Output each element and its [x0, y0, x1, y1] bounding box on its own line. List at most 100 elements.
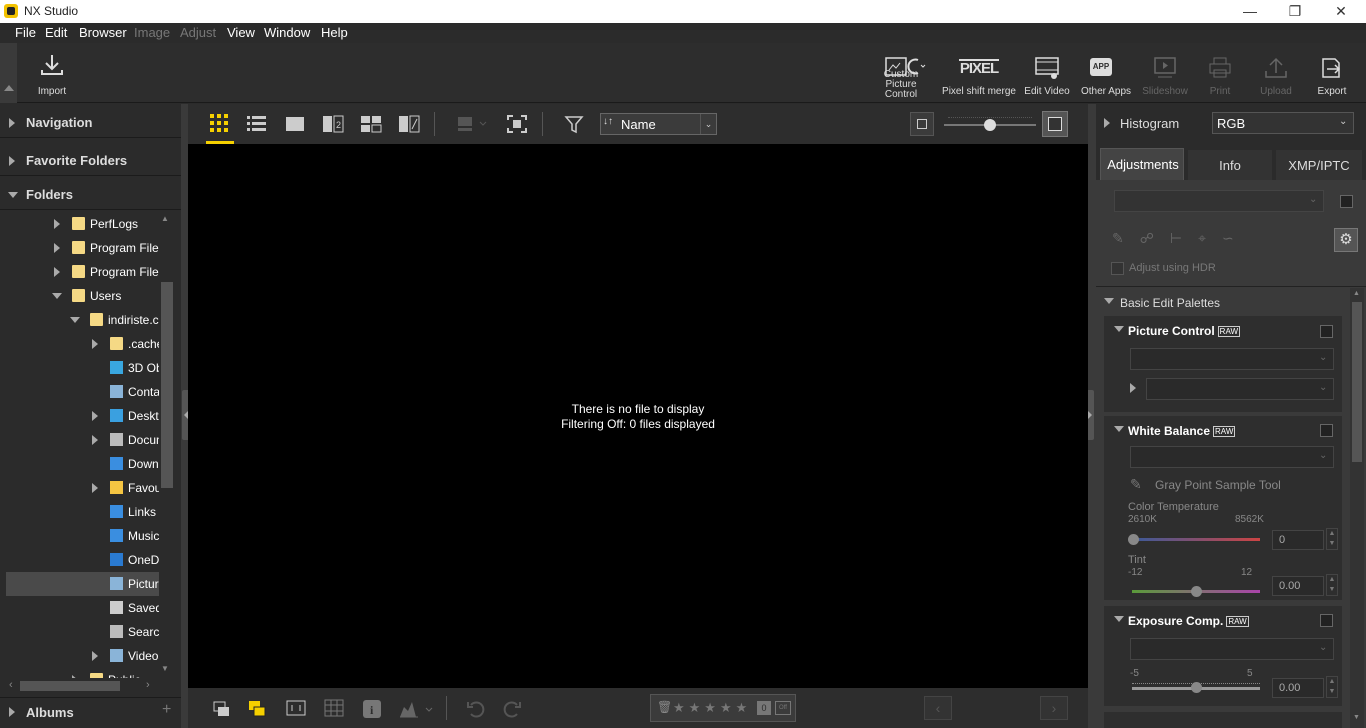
tree-node[interactable]: Program Files [6, 236, 159, 260]
thumbnail-size-slider-handle[interactable] [984, 119, 996, 131]
collapse-icon[interactable] [52, 293, 62, 299]
picture-control-sub-select[interactable]: ⌄ [1146, 378, 1334, 400]
group-button[interactable] [248, 699, 268, 722]
exposure-comp-checkbox[interactable] [1320, 614, 1333, 627]
import-button[interactable]: Import [30, 43, 74, 103]
tree-node[interactable]: Saved ( [6, 596, 159, 620]
preset-select[interactable]: ⌄ [1114, 190, 1324, 212]
pixel-shift-merge-button[interactable]: PIXEL Pixel shift merge [940, 43, 1018, 103]
tree-node[interactable]: .cache [6, 332, 159, 356]
tab-xmp-iptc[interactable]: XMP/IPTC [1276, 150, 1362, 180]
menu-window[interactable]: Window [264, 25, 310, 40]
focus-point-button[interactable] [286, 699, 306, 720]
settings-gear-icon[interactable]: ⚙ [1334, 228, 1358, 252]
minimize-icon[interactable]: — [1235, 2, 1265, 20]
other-apps-button[interactable]: APP Other Apps [1078, 43, 1134, 103]
rotate-left-button[interactable] [466, 699, 486, 722]
thumbnail-grid-view-button[interactable] [206, 112, 232, 137]
sort-dropdown[interactable]: ↓↑ Name ⌄ [600, 113, 717, 135]
scroll-down-icon[interactable]: ▼ [161, 664, 169, 673]
smaller-thumbnails-button[interactable] [910, 112, 934, 136]
tree-node[interactable]: Public [6, 668, 159, 678]
single-image-view-button[interactable] [284, 115, 306, 136]
display-options-button[interactable] [456, 116, 490, 135]
tree-node[interactable]: Search [6, 620, 159, 644]
histogram-expand-icon[interactable] [1104, 118, 1110, 128]
perspective-icon[interactable]: ∽ [1222, 230, 1250, 246]
crop-icon[interactable]: ⌖ [1198, 230, 1222, 246]
menu-view[interactable]: View [227, 25, 255, 40]
before-after-view-button[interactable] [398, 115, 420, 136]
tree-node[interactable]: Docum [6, 428, 159, 452]
tree-node[interactable]: indiriste.co [6, 308, 159, 332]
picture-control-checkbox[interactable] [1320, 325, 1333, 338]
tree-node[interactable]: Links [6, 500, 159, 524]
menu-adjust[interactable]: Adjust [180, 25, 216, 40]
tree-node[interactable]: Music [6, 524, 159, 548]
tree-node[interactable]: Favour [6, 476, 159, 500]
spot-tool-icon[interactable]: ✎ [1112, 230, 1140, 246]
expand-icon[interactable] [1130, 383, 1136, 393]
scroll-up-icon[interactable]: ▲ [161, 214, 169, 223]
exposure-handle[interactable] [1191, 682, 1202, 693]
rating-zero-badge[interactable]: 0 [757, 701, 771, 715]
tint-handle[interactable] [1191, 586, 1202, 597]
scroll-left-icon[interactable]: ‹ [9, 679, 13, 691]
expand-icon[interactable] [54, 267, 60, 277]
adjust-hdr-checkbox[interactable] [1111, 262, 1124, 275]
trash-icon[interactable]: 🗑 [657, 700, 672, 714]
exposure-stepper[interactable]: ▲ ▼ [1326, 676, 1338, 698]
slideshow-button[interactable]: Slideshow [1140, 43, 1190, 103]
straighten-icon[interactable]: ⊢ [1170, 230, 1198, 246]
tree-vertical-scrollbar[interactable]: ▲ ▼ [159, 212, 175, 678]
image-viewer[interactable]: There is no file to display Filtering Of… [188, 144, 1088, 688]
expand-icon[interactable] [54, 219, 60, 229]
tree-node[interactable]: Picture [6, 572, 159, 596]
collapse-icon[interactable] [70, 317, 80, 323]
grid-overlay-button[interactable] [324, 699, 344, 720]
expand-icon[interactable] [54, 243, 60, 253]
filter-button[interactable] [564, 114, 584, 137]
menu-edit[interactable]: Edit [45, 25, 67, 40]
adjustments-scrollbar[interactable]: ▲ ▼ [1350, 288, 1364, 728]
albums-section-header[interactable]: Albums + [0, 697, 181, 727]
tint-input[interactable]: 0.00 [1272, 576, 1324, 596]
color-temperature-stepper[interactable]: ▲ ▼ [1326, 528, 1338, 550]
label-off-badge[interactable]: Off [775, 701, 791, 715]
picture-control-select[interactable]: ⌄ [1130, 348, 1334, 370]
color-temperature-slider[interactable] [1132, 538, 1260, 541]
tree-node[interactable]: PerfLogs [6, 212, 159, 236]
histogram-toggle-button[interactable] [398, 699, 434, 722]
exposure-comp-select[interactable]: ⌄ [1130, 638, 1334, 660]
healing-brush-icon[interactable]: ☍ [1140, 230, 1170, 246]
list-view-button[interactable] [246, 114, 268, 135]
favorite-folders-section-header[interactable]: Favorite Folders [0, 146, 181, 176]
expand-icon[interactable] [92, 339, 98, 349]
tint-stepper[interactable]: ▲ ▼ [1326, 574, 1338, 596]
collapse-icon[interactable] [1114, 426, 1124, 432]
menu-image[interactable]: Image [134, 25, 170, 40]
color-temperature-input[interactable]: 0 [1272, 530, 1324, 550]
folders-section-header[interactable]: Folders [0, 180, 181, 210]
add-album-icon[interactable]: + [162, 701, 171, 719]
expand-icon[interactable] [92, 483, 98, 493]
menu-browser[interactable]: Browser [79, 25, 127, 40]
tab-adjustments[interactable]: Adjustments [1100, 148, 1184, 180]
tree-node[interactable]: Program Files ( [6, 260, 159, 284]
restore-icon[interactable]: ❐ [1280, 2, 1310, 20]
upload-button[interactable]: Upload [1252, 43, 1300, 103]
preset-checkbox[interactable] [1340, 195, 1353, 208]
print-button[interactable]: Print [1198, 43, 1242, 103]
scroll-thumb[interactable] [1352, 302, 1362, 462]
full-screen-button[interactable] [506, 114, 528, 137]
edit-video-button[interactable]: Edit Video [1022, 43, 1072, 103]
scroll-down-icon[interactable]: ▼ [1353, 714, 1360, 721]
expand-icon[interactable] [92, 411, 98, 421]
tree-node[interactable]: 3D Obj [6, 356, 159, 380]
stack-button[interactable] [212, 699, 232, 722]
navigation-section-header[interactable]: Navigation [0, 108, 181, 138]
scroll-right-icon[interactable]: › [146, 679, 150, 691]
export-button[interactable]: Export [1308, 43, 1356, 103]
tree-node[interactable]: Downl [6, 452, 159, 476]
menu-file[interactable]: File [15, 25, 36, 40]
